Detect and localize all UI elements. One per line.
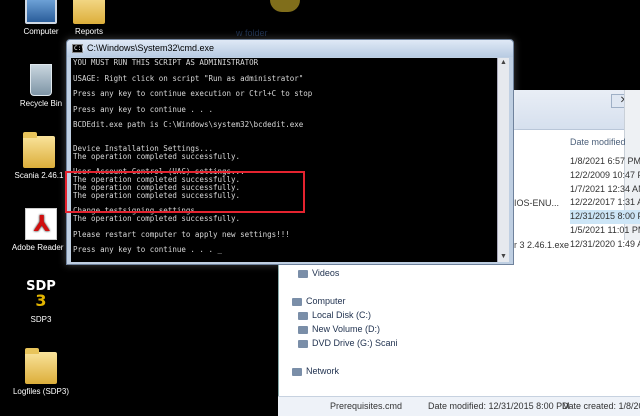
file-name-fragment[interactable]: r 3 2.46.1.exe xyxy=(514,240,569,250)
drive-icon xyxy=(298,311,308,320)
videos-icon xyxy=(298,269,308,278)
desktop-icon-label: SDP3 xyxy=(30,315,52,324)
drive-icon xyxy=(298,325,308,334)
cmd-scrollbar[interactable]: ▲ ▼ xyxy=(497,58,509,262)
desktop-icon-sdp3[interactable]: SDP 3 SDP3 xyxy=(10,280,72,325)
computer-icon xyxy=(25,0,57,24)
desktop-icon-label: Logfiles (SDP3) xyxy=(12,387,70,396)
cmd-title-bar[interactable]: C:\ C:\Windows\System32\cmd.exe xyxy=(67,40,513,57)
cmd-line: USAGE: Right click on script "Run as adm… xyxy=(73,73,304,83)
pdf-icon: ⅄ xyxy=(25,208,57,240)
network-icon xyxy=(292,367,302,376)
cmd-line: Press any key to continue . . . xyxy=(73,104,213,114)
desktop-icon-label: Recycle Bin xyxy=(19,99,63,108)
table-row[interactable]: 12/2/2009 10:47 PM xyxy=(570,169,640,183)
recycle-bin-icon xyxy=(30,64,52,96)
column-date-modified[interactable]: Date modified xyxy=(570,137,626,147)
folder-icon xyxy=(23,132,55,168)
desktop-icon-reports[interactable]: Reports xyxy=(58,0,120,37)
cmd-line xyxy=(73,129,312,137)
explorer-status-bar: Prerequisites.cmd Date modified: 12/31/2… xyxy=(278,396,640,416)
desktop-icon-label: Scania 2.46.1 xyxy=(14,171,64,180)
folder-icon xyxy=(25,348,57,384)
nav-item-local-disk[interactable]: Local Disk (C:) xyxy=(298,308,371,322)
desktop-icon-scania[interactable]: Scania 2.46.1 xyxy=(8,132,70,181)
cursor-highlight xyxy=(270,0,300,12)
file-name-fragment[interactable]: IOS-ENU... xyxy=(514,198,559,208)
nav-item-videos[interactable]: Videos xyxy=(298,266,339,280)
cmd-icon: C:\ xyxy=(72,44,85,53)
nav-item-computer[interactable]: Computer xyxy=(292,294,346,308)
scroll-down-icon[interactable]: ▼ xyxy=(499,252,508,262)
desktop-icon-adobe-reader[interactable]: ⅄ Adobe Reader 9 xyxy=(10,208,72,253)
new-folder-button[interactable]: w folder xyxy=(236,28,268,38)
desktop-icon-label: Computer xyxy=(23,27,59,36)
cmd-line: BCDEdit.exe path is C:\Windows\system32\… xyxy=(73,120,304,130)
cmd-line: Please restart computer to apply new set… xyxy=(73,229,290,239)
table-row[interactable]: 12/31/2020 1:49 AM xyxy=(570,238,640,252)
cmd-lines: YOU MUST RUN THIS SCRIPT AS ADMINISTRATO… xyxy=(73,59,312,254)
status-date-created: Date created: 1/8/2021 6 xyxy=(562,401,640,411)
cmd-window[interactable]: C:\ C:\Windows\System32\cmd.exe YOU MUST… xyxy=(66,39,514,265)
cmd-line: The operation completed successfully. xyxy=(73,213,241,223)
table-row[interactable]: 1/8/2021 6:57 PM xyxy=(570,155,640,169)
highlight-box xyxy=(65,171,305,213)
scroll-up-icon[interactable]: ▲ xyxy=(499,58,508,68)
desktop-icon-label: Adobe Reader 9 xyxy=(11,243,71,252)
nav-item-dvd-drive[interactable]: DVD Drive (G:) Scani xyxy=(298,336,398,350)
desktop-icon-label: Reports xyxy=(74,27,103,36)
sdp3-icon: SDP 3 xyxy=(26,279,56,310)
cmd-line: Press any key to continue . . . _ xyxy=(73,245,223,255)
desktop-icon-recycle-bin[interactable]: Recycle Bin xyxy=(10,64,72,109)
nav-item-network[interactable]: Network xyxy=(292,364,339,378)
table-row[interactable]: 1/5/2021 11:01 PM xyxy=(570,224,640,238)
status-date-modified: Date modified: 12/31/2015 8:00 PM xyxy=(428,401,570,411)
desktop-icon-logfiles[interactable]: Logfiles (SDP3) xyxy=(10,348,72,397)
folder-icon xyxy=(73,0,105,24)
cmd-line: YOU MUST RUN THIS SCRIPT AS ADMINISTRATO… xyxy=(73,58,259,67)
cmd-line: Press any key to continue execution or C… xyxy=(73,89,313,99)
date-column: 1/8/2021 6:57 PM 12/2/2009 10:47 PM 1/7/… xyxy=(570,155,640,252)
cmd-console-output[interactable]: YOU MUST RUN THIS SCRIPT AS ADMINISTRATO… xyxy=(71,58,497,262)
computer-icon xyxy=(292,297,302,306)
status-filename: Prerequisites.cmd xyxy=(330,401,403,411)
table-row[interactable]: 12/22/2017 1:31 AM xyxy=(570,196,640,210)
nav-item-new-volume[interactable]: New Volume (D:) xyxy=(298,322,380,336)
table-row[interactable]: 1/7/2021 12:34 AM xyxy=(570,183,640,197)
cmd-window-title: C:\Windows\System32\cmd.exe xyxy=(87,43,215,53)
cmd-line: The operation completed successfully. xyxy=(73,151,241,161)
dvd-icon xyxy=(298,339,308,348)
table-row-selected[interactable]: 12/31/2015 8:00 PM xyxy=(570,210,640,224)
